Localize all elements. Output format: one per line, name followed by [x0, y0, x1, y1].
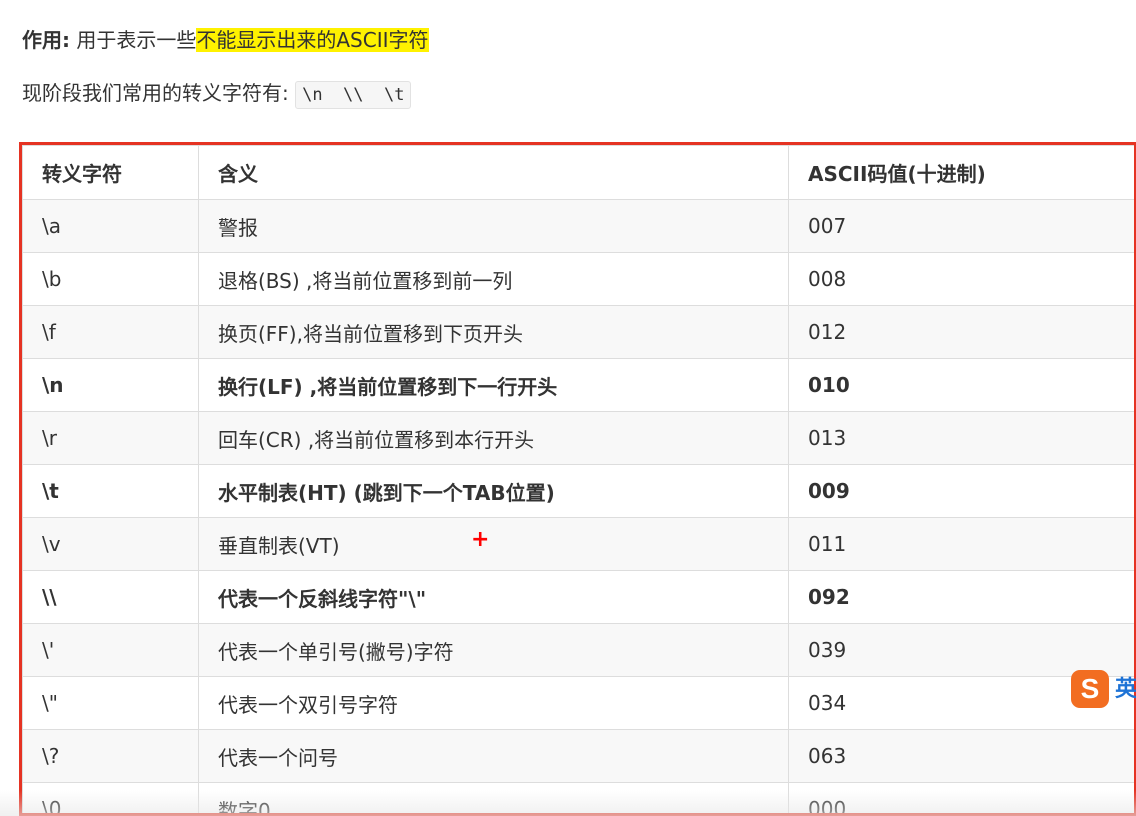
cell-escape: \\: [22, 570, 199, 624]
cell-ascii: 000: [788, 782, 1134, 813]
cell-meaning: 代表一个反斜线字符"\": [198, 570, 789, 624]
purpose-line: 作用: 用于表示一些不能显示出来的ASCII字符: [22, 26, 429, 54]
table-row: \a 警报 007: [22, 199, 1134, 253]
cell-ascii: 092: [788, 570, 1134, 624]
escape-table-frame: 转义字符 含义 ASCII码值(十进制) \a 警报 007 \b 退格(BS) ,将当…: [19, 142, 1136, 816]
cell-meaning: 警报: [198, 199, 789, 253]
common-escapes-text: 现阶段我们常用的转义字符有:: [22, 81, 289, 105]
escape-table: 转义字符 含义 ASCII码值(十进制) \a 警报 007 \b 退格(BS) ,将当…: [22, 145, 1134, 813]
cell-escape: \n: [22, 358, 199, 412]
cell-ascii: 009: [788, 464, 1134, 518]
cell-meaning: 垂直制表(VT): [198, 517, 789, 571]
table-row: \v 垂直制表(VT) 011: [22, 517, 1134, 571]
cell-escape: \0: [22, 782, 199, 813]
cell-ascii: 007: [788, 199, 1134, 253]
cell-escape: \a: [22, 199, 199, 253]
table-header-row: 转义字符 含义 ASCII码值(十进制): [22, 145, 1134, 200]
ime-indicator[interactable]: S 英: [1071, 668, 1136, 712]
cell-meaning: 代表一个问号: [198, 729, 789, 783]
cell-meaning: 代表一个双引号字符: [198, 676, 789, 730]
cell-ascii: 011: [788, 517, 1134, 571]
cell-ascii: 012: [788, 305, 1134, 359]
purpose-text: 用于表示一些: [76, 28, 197, 52]
cell-meaning: 水平制表(HT) (跳到下一个TAB位置): [198, 464, 789, 518]
ime-mode-label[interactable]: 英: [1115, 676, 1136, 704]
cell-escape: \?: [22, 729, 199, 783]
common-escapes-code: \n \\ \t: [295, 80, 412, 109]
cell-ascii: 063: [788, 729, 1134, 783]
cell-ascii: 010: [788, 358, 1134, 412]
cell-escape: \v: [22, 517, 199, 571]
purpose-highlight: 不能显示出来的ASCII字符: [196, 28, 429, 52]
table-row: \" 代表一个双引号字符 034: [22, 676, 1134, 730]
cell-meaning: 数字0: [198, 782, 789, 813]
table-row: \f 换页(FF),将当前位置移到下页开头 012: [22, 305, 1134, 359]
document-page: 作用: 用于表示一些不能显示出来的ASCII字符 现阶段我们常用的转义字符有: …: [0, 0, 1136, 816]
cell-meaning: 换行(LF) ,将当前位置移到下一行开头: [198, 358, 789, 412]
cell-meaning: 退格(BS) ,将当前位置移到前一列: [198, 252, 789, 306]
table-row: \b 退格(BS) ,将当前位置移到前一列 008: [22, 252, 1134, 306]
header-escape: 转义字符: [22, 145, 199, 200]
table-row: \r 回车(CR) ,将当前位置移到本行开头 013: [22, 411, 1134, 465]
header-meaning: 含义: [198, 145, 789, 200]
cell-escape: \b: [22, 252, 199, 306]
table-row: \t 水平制表(HT) (跳到下一个TAB位置) 009: [22, 464, 1134, 518]
cell-ascii: 013: [788, 411, 1134, 465]
purpose-label: 作用:: [22, 28, 70, 52]
header-ascii: ASCII码值(十进制): [788, 145, 1134, 200]
cell-escape: \r: [22, 411, 199, 465]
sogou-ime-icon[interactable]: S: [1071, 670, 1109, 708]
cell-escape: \t: [22, 464, 199, 518]
crosshair-cursor-icon: +: [471, 527, 490, 552]
table-row: \' 代表一个单引号(撇号)字符 039: [22, 623, 1134, 677]
cell-escape: \': [22, 623, 199, 677]
cell-meaning: 换页(FF),将当前位置移到下页开头: [198, 305, 789, 359]
table-row: \n 换行(LF) ,将当前位置移到下一行开头 010: [22, 358, 1134, 412]
cell-ascii: 008: [788, 252, 1134, 306]
table-row: \\ 代表一个反斜线字符"\" 092: [22, 570, 1134, 624]
common-escapes-line: 现阶段我们常用的转义字符有: \n \\ \t: [22, 78, 412, 109]
cell-meaning: 代表一个单引号(撇号)字符: [198, 623, 789, 677]
table-row: \? 代表一个问号 063: [22, 729, 1134, 783]
cell-meaning: 回车(CR) ,将当前位置移到本行开头: [198, 411, 789, 465]
cell-escape: \": [22, 676, 199, 730]
cell-escape: \f: [22, 305, 199, 359]
table-row: \0 数字0 000: [22, 782, 1134, 813]
